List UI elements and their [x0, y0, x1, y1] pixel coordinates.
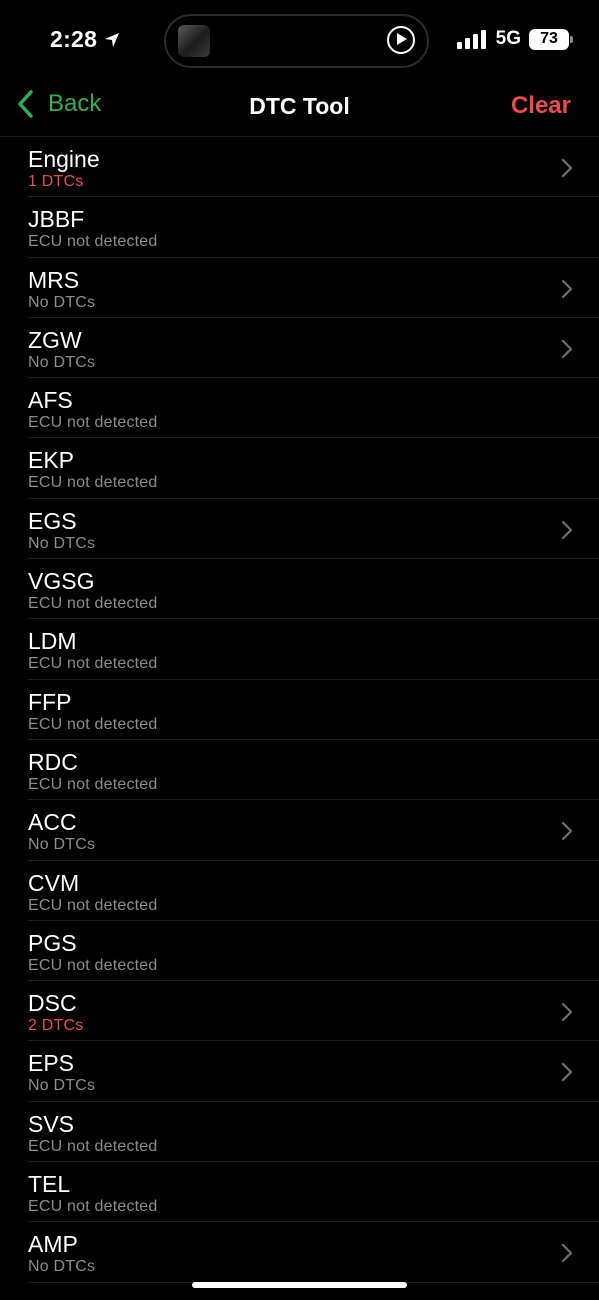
now-playing-artwork-icon — [178, 25, 210, 57]
module-name: AMP — [28, 1231, 78, 1258]
network-type: 5G — [495, 28, 521, 49]
module-status: No DTCs — [28, 1077, 96, 1095]
list-item-pgs: PGS ECU not detected — [28, 921, 599, 982]
module-status: 1 DTCs — [28, 173, 84, 190]
module-name: SVS — [28, 1110, 75, 1137]
navigation-bar: Back DTC Tool Clear — [0, 80, 599, 136]
module-status: No DTCs — [28, 836, 96, 854]
module-status: 2 DTCs — [28, 1017, 84, 1035]
list-item-acc[interactable]: ACC No DTCs — [28, 800, 599, 861]
list-item-ffp: FFP ECU not detected — [28, 680, 599, 740]
module-status: No DTCs — [28, 1258, 96, 1276]
module-name: EPS — [28, 1050, 75, 1077]
module-name: AFS — [28, 387, 73, 414]
module-status: ECU not detected — [28, 896, 158, 914]
status-bar: 2:28 5G 73 — [0, 0, 599, 80]
module-name: CVM — [28, 869, 80, 896]
module-name: ACC — [28, 809, 77, 836]
play-icon[interactable] — [387, 26, 415, 54]
chevron-right-icon — [561, 1063, 573, 1082]
module-name: DSC — [28, 990, 77, 1017]
module-name: EGS — [28, 507, 77, 534]
module-name: PGS — [28, 929, 77, 956]
chevron-right-icon — [561, 520, 573, 539]
module-status: No DTCs — [28, 534, 96, 552]
chevron-right-icon — [561, 1244, 573, 1263]
module-name: ZGW — [28, 326, 82, 353]
dynamic-island[interactable] — [164, 14, 429, 68]
module-status: ECU not detected — [28, 414, 158, 432]
module-name: Engine — [28, 146, 100, 172]
module-name: RDC — [28, 748, 78, 775]
module-name: TEL — [28, 1171, 71, 1198]
status-indicators: 5G 73 — [456, 28, 573, 50]
list-item-cvm: CVM ECU not detected — [28, 861, 599, 921]
list-item-engine[interactable]: Engine 1 DTCs — [28, 137, 599, 198]
chevron-right-icon — [561, 339, 573, 358]
page-title: DTC Tool — [249, 93, 350, 119]
battery-level: 73 — [540, 30, 558, 47]
location-arrow-icon — [105, 32, 120, 47]
module-status: ECU not detected — [28, 1198, 158, 1216]
module-status: ECU not detected — [28, 655, 158, 673]
chevron-right-icon — [561, 158, 573, 178]
module-status: ECU not detected — [28, 956, 158, 974]
list-item-dsc[interactable]: DSC 2 DTCs — [28, 981, 599, 1042]
module-list: Engine 1 DTCs JBBF ECU not detected MRS No DT… — [0, 136, 599, 1283]
list-item-vgsg: VGSG ECU not detected — [28, 559, 599, 620]
list-item-ekp: EKP ECU not detected — [28, 438, 599, 499]
module-status: ECU not detected — [28, 474, 158, 492]
module-status: ECU not detected — [28, 1137, 158, 1155]
module-name: VGSG — [28, 568, 95, 595]
list-item-mrs[interactable]: MRS No DTCs — [28, 258, 599, 318]
module-name: JBBF — [28, 206, 85, 233]
module-status: ECU not detected — [28, 775, 158, 793]
module-name: LDM — [28, 628, 77, 655]
list-item-egs[interactable]: EGS No DTCs — [28, 499, 599, 560]
cellular-signal-icon — [456, 29, 486, 49]
module-status: No DTCs — [28, 293, 96, 311]
list-item-svs: SVS ECU not detected — [28, 1102, 599, 1163]
clear-button[interactable]: Clear — [511, 92, 571, 120]
module-name: MRS — [28, 266, 80, 293]
home-indicator[interactable] — [192, 1282, 407, 1288]
module-status: ECU not detected — [28, 595, 158, 613]
list-item-rdc: RDC ECU not detected — [28, 740, 599, 801]
module-status: No DTCs — [28, 353, 96, 371]
list-item-zgw[interactable]: ZGW No DTCs — [28, 318, 599, 379]
status-time: 2:28 — [50, 26, 121, 53]
list-item-tel: TEL ECU not detected — [28, 1162, 599, 1223]
chevron-right-icon — [561, 822, 573, 841]
module-status: ECU not detected — [28, 233, 158, 251]
module-name: EKP — [28, 447, 75, 474]
list-item-amp[interactable]: AMP No DTCs — [28, 1222, 599, 1283]
clock-text: 2:28 — [50, 26, 98, 52]
chevron-right-icon — [561, 1003, 573, 1022]
module-name: FFP — [28, 688, 72, 715]
chevron-right-icon — [561, 279, 573, 298]
list-item-jbbf: JBBF ECU not detected — [28, 197, 599, 258]
module-status: ECU not detected — [28, 715, 158, 733]
list-item-eps[interactable]: EPS No DTCs — [28, 1041, 599, 1102]
list-item-ldm: LDM ECU not detected — [28, 619, 599, 680]
list-item-afs: AFS ECU not detected — [28, 378, 599, 439]
battery-icon: 73 — [529, 28, 573, 50]
